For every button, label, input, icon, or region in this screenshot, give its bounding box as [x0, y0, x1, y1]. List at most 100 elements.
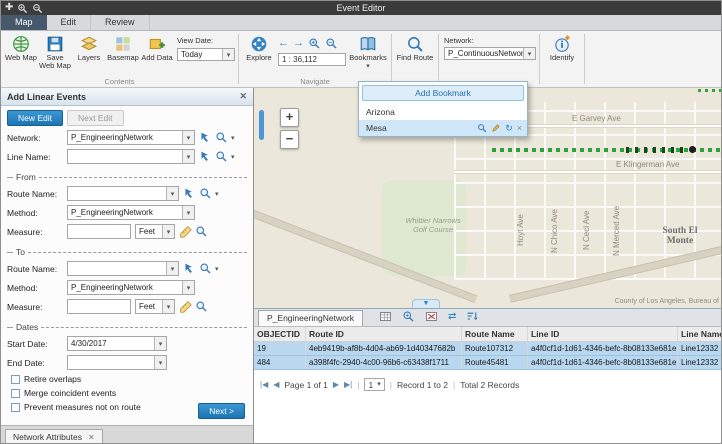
map-zoom-out-button[interactable]: − — [280, 130, 299, 149]
column-header[interactable]: Line ID — [528, 327, 678, 341]
explore-button[interactable]: Explore — [242, 33, 276, 62]
end-date-select[interactable]: ▾ — [67, 355, 167, 370]
select-on-map-icon[interactable] — [199, 131, 212, 144]
add-data-button[interactable]: Add Data — [140, 33, 174, 62]
tab-edit[interactable]: Edit — [47, 15, 92, 30]
from-measure-input[interactable] — [67, 224, 131, 239]
chevron-down-icon: ▾ — [162, 300, 174, 313]
chevron-down-icon[interactable]: ▾ — [215, 190, 219, 198]
window-title: Event Editor — [1, 1, 721, 15]
zoom-tool-icon[interactable] — [199, 262, 212, 275]
to-measure-input[interactable] — [67, 299, 131, 314]
close-icon[interactable]: ✕ — [88, 433, 95, 442]
divider: | — [390, 380, 392, 390]
tab-review[interactable]: Review — [91, 15, 150, 30]
start-date-select[interactable]: 4/30/2017 ▾ — [67, 336, 167, 351]
bookmarks-button[interactable]: Bookmarks ▾ — [348, 33, 388, 71]
zoom-tool-icon[interactable] — [195, 225, 208, 238]
end-date-label: End Date: — [7, 358, 63, 368]
attribute-table-icon[interactable] — [379, 310, 392, 323]
select-on-map-icon[interactable] — [183, 262, 196, 275]
select-on-map-icon[interactable] — [183, 187, 196, 200]
identify-button[interactable]: Identify — [543, 33, 581, 62]
network-select[interactable]: P_ContinuousNetwork ▾ — [444, 47, 536, 60]
next-extent-icon[interactable]: → — [293, 38, 304, 49]
chevron-down-icon: ▾ — [154, 337, 166, 350]
table-row[interactable]: 484 a398f4fc-2940-4c00-96b6-c63438f1711 … — [254, 356, 722, 370]
column-header[interactable]: Route ID — [306, 327, 462, 341]
clear-selection-icon[interactable] — [425, 310, 438, 323]
bookmark-label: Arizona — [366, 107, 395, 117]
sort-icon[interactable] — [466, 310, 479, 323]
page-size-select[interactable]: 1 ▾ — [364, 378, 384, 391]
edit-bookmark-icon[interactable] — [491, 123, 501, 133]
map-zoom-in-button[interactable]: + — [280, 108, 299, 127]
line-name-select[interactable]: ▾ — [67, 149, 195, 164]
next-edit-button[interactable]: Next Edit — [67, 110, 124, 126]
from-method-value: P_EngineeringNetwork — [71, 208, 153, 217]
retire-overlaps-label: Retire overlaps — [24, 374, 81, 384]
to-route-name-select[interactable]: ▾ — [67, 261, 179, 276]
tab-engineering-network[interactable]: P_EngineeringNetwork — [258, 310, 363, 326]
scale-input[interactable]: 1 : 36,112 — [278, 53, 346, 66]
table-row[interactable]: 19 4eb9419b-af8b-4d04-ab69-1d40347682b R… — [254, 342, 722, 356]
previous-page-icon[interactable]: ◀ — [273, 380, 279, 389]
zoom-in-map-icon[interactable] — [308, 37, 321, 50]
previous-extent-icon[interactable]: ← — [278, 38, 289, 49]
zoom-tool-icon[interactable] — [215, 150, 228, 163]
column-header[interactable]: OBJECTID — [254, 327, 306, 341]
zoom-tool-icon[interactable] — [195, 300, 208, 313]
zoom-out-map-icon[interactable] — [325, 37, 338, 50]
pick-measure-icon[interactable] — [179, 225, 192, 238]
last-page-icon[interactable]: ▶| — [344, 380, 352, 389]
chevron-down-icon[interactable]: ▾ — [215, 265, 219, 273]
to-method-select[interactable]: P_EngineeringNetwork ▾ — [67, 280, 195, 295]
chevron-down-icon[interactable]: ▾ — [231, 153, 235, 161]
add-icon[interactable]: ✚ — [5, 2, 13, 14]
column-header[interactable]: Route Name — [462, 327, 528, 341]
zoom-tool-icon[interactable] — [215, 131, 228, 144]
next-page-icon[interactable]: ▶ — [333, 380, 339, 389]
chevron-down-icon[interactable]: ▾ — [231, 134, 235, 142]
zoom-in-icon[interactable] — [17, 3, 28, 14]
zoom-tool-icon[interactable] — [199, 187, 212, 200]
from-route-name-select[interactable]: ▾ — [67, 186, 179, 201]
navigate-tools: ← → 1 : 36,112 — [278, 33, 346, 66]
web-map-button[interactable]: Web Map — [4, 33, 38, 62]
new-edit-button[interactable]: New Edit — [7, 110, 63, 126]
view-date-select[interactable]: Today ▾ — [177, 48, 235, 61]
pick-measure-icon[interactable] — [179, 300, 192, 313]
panel-network-select[interactable]: P_EngineeringNetwork ▾ — [67, 130, 195, 145]
to-unit-select[interactable]: Feet ▾ — [135, 299, 175, 314]
checkbox-icon[interactable] — [11, 403, 20, 412]
switch-selection-icon[interactable]: ⇄ — [448, 312, 456, 322]
bookmark-item-mesa[interactable]: Mesa ↻ × — [359, 120, 527, 136]
next-button[interactable]: Next > — [198, 403, 245, 419]
bookmark-item-arizona[interactable]: Arizona — [359, 104, 527, 120]
zoom-out-icon[interactable] — [32, 3, 43, 14]
zoom-to-bookmark-icon[interactable] — [477, 123, 487, 133]
from-method-select[interactable]: P_EngineeringNetwork ▾ — [67, 205, 195, 220]
layers-button[interactable]: Layers — [72, 33, 106, 62]
select-on-map-icon[interactable] — [199, 150, 212, 163]
zoom-to-selection-icon[interactable] — [402, 310, 415, 323]
refresh-bookmark-icon[interactable]: ↻ — [505, 124, 513, 133]
checkbox-icon[interactable] — [11, 375, 20, 384]
column-header[interactable]: Line Name — [678, 327, 722, 341]
collapse-table-handle[interactable]: ▼ — [412, 299, 440, 308]
ribbon-separator — [584, 34, 585, 84]
merge-coincident-option[interactable]: Merge coincident events — [11, 388, 243, 398]
find-route-button[interactable]: Find Route — [395, 33, 435, 62]
from-unit-select[interactable]: Feet ▾ — [135, 224, 175, 239]
layers-icon — [80, 35, 98, 53]
tab-map[interactable]: Map — [1, 15, 47, 30]
close-icon[interactable]: ✕ — [239, 91, 247, 102]
checkbox-icon[interactable] — [11, 389, 20, 398]
first-page-icon[interactable]: |◀ — [260, 380, 268, 389]
add-bookmark-button[interactable]: Add Bookmark — [362, 85, 524, 101]
retire-overlaps-option[interactable]: Retire overlaps — [11, 374, 243, 384]
basemap-button[interactable]: Basemap — [106, 33, 140, 62]
tab-network-attributes[interactable]: Network Attributes ✕ — [5, 429, 103, 444]
save-web-map-button[interactable]: Save Web Map — [38, 33, 72, 71]
delete-bookmark-icon[interactable]: × — [517, 124, 522, 133]
